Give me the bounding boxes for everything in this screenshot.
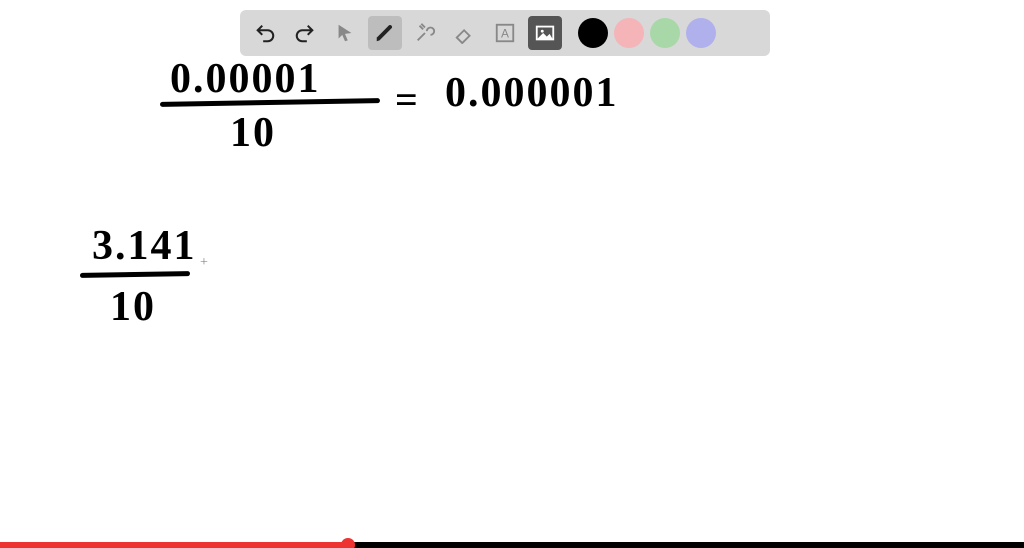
eraser-button[interactable]: [448, 16, 482, 50]
undo-button[interactable]: [248, 16, 282, 50]
image-button[interactable]: [528, 16, 562, 50]
eraser-icon: [454, 22, 476, 44]
pointer-button[interactable]: [328, 16, 362, 50]
drawing-toolbar: A: [240, 10, 770, 56]
whiteboard-canvas[interactable]: { "toolbar": { "undo": "undo", "redo": "…: [0, 0, 1024, 548]
video-seekbar[interactable]: [0, 542, 1024, 548]
tools-button[interactable]: [408, 16, 442, 50]
equation2-numerator: 3.141: [92, 225, 197, 267]
pointer-icon: [334, 22, 356, 44]
equation1-result: 0.000001: [445, 72, 619, 114]
equation2-fraction-bar: [80, 271, 190, 278]
pen-cursor-icon: +: [200, 256, 208, 270]
undo-icon: [254, 22, 276, 44]
text-button[interactable]: A: [488, 16, 522, 50]
color-purple[interactable]: [686, 18, 716, 48]
text-icon: A: [494, 22, 516, 44]
equation1-denominator: 10: [230, 112, 276, 154]
color-black[interactable]: [578, 18, 608, 48]
seekbar-handle[interactable]: [341, 538, 355, 548]
equation2-denominator: 10: [110, 286, 156, 328]
image-icon: [534, 22, 556, 44]
seekbar-progress: [0, 542, 348, 548]
tools-icon: [414, 22, 436, 44]
color-pink[interactable]: [614, 18, 644, 48]
redo-button[interactable]: [288, 16, 322, 50]
color-green[interactable]: [650, 18, 680, 48]
pen-button[interactable]: [368, 16, 402, 50]
redo-icon: [294, 22, 316, 44]
equation1-equals: =: [395, 80, 418, 120]
equation1-numerator: 0.00001: [170, 58, 321, 100]
pen-icon: [374, 22, 396, 44]
svg-text:A: A: [501, 27, 509, 41]
